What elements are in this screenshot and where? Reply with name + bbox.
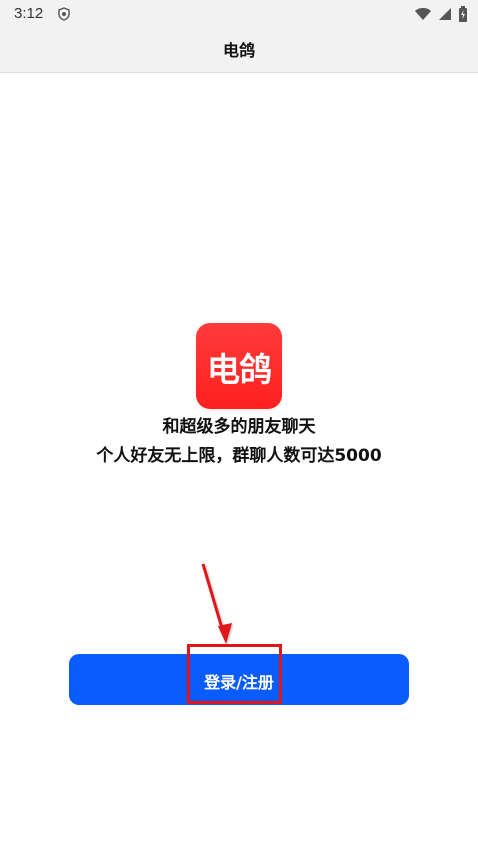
annotation-highlight-box [187, 644, 282, 704]
signal-icon [439, 8, 451, 20]
shield-icon [58, 7, 70, 21]
tagline-primary: 和超级多的朋友聊天 [162, 417, 316, 437]
tagline-secondary: 个人好友无上限，群聊人数可达5000 [96, 446, 382, 466]
status-icons [414, 5, 468, 23]
annotation-arrow-icon [201, 563, 232, 644]
battery-icon [459, 6, 467, 22]
app-logo: 电鸽 [196, 323, 282, 409]
status-time: 3:12 [14, 5, 44, 22]
app-bar: 电鸽 [0, 28, 478, 73]
status-bar: 3:12 [0, 0, 478, 28]
wifi-icon [415, 8, 431, 20]
page-title: 电鸽 [222, 41, 255, 60]
app-logo-text: 电鸽 [207, 350, 272, 389]
